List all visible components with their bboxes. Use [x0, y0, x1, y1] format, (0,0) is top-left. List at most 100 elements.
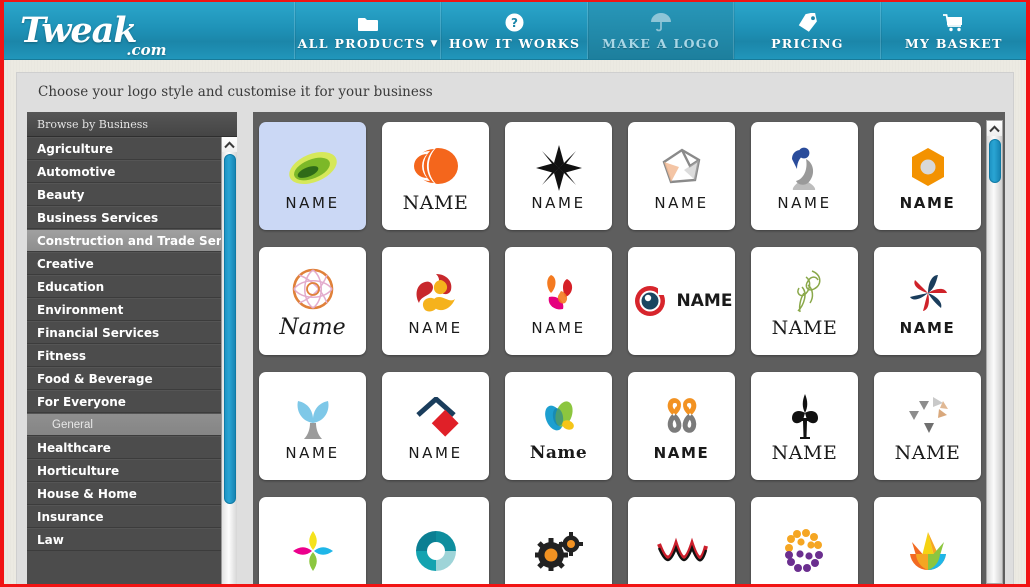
nav-item-label: MY BASKET [904, 36, 1003, 51]
logo-tile-name: NAME [653, 443, 710, 462]
logo-tile[interactable]: Name [259, 247, 366, 355]
nav-item-my-basket[interactable]: MY BASKET [880, 2, 1026, 59]
logo-tile-name: NAME [408, 318, 463, 337]
logo-tile-name: NAME [531, 193, 586, 212]
logo-tile-name: NAME [402, 191, 469, 214]
logo-tile[interactable] [505, 497, 612, 584]
logo-chooser-panel: Choose your logo style and customise it … [16, 72, 1014, 584]
sidebar-item-house-home[interactable]: House & Home [27, 482, 237, 505]
logo-tile-name: NAME [777, 193, 832, 212]
grid-scrollbar[interactable] [986, 120, 1003, 584]
sidebar-scroll-thumb[interactable] [224, 154, 236, 504]
logo-grid-container: NAME NAME NAME NAME NAME NAME Name NAME NAME NAME… [253, 112, 1005, 584]
logo-tile-name: NAME [899, 193, 956, 212]
butterfly-icon [537, 391, 581, 443]
logo-tile[interactable]: Name [505, 372, 612, 480]
logo-tile[interactable] [382, 497, 489, 584]
nav-items-container: ALL PRODUCTS ▼? HOW IT WORKS MAKE A LOGO PRI… [295, 2, 1026, 59]
triangle-cluster-icon [905, 390, 951, 442]
nav-item-how-it-works[interactable]: ? HOW IT WORKS [441, 2, 588, 59]
logo-tile[interactable]: NAME [874, 247, 981, 355]
logo-tile-name: NAME [285, 193, 340, 212]
logo-tile-name: Name [279, 315, 346, 340]
page-body: Choose your logo style and customise it … [4, 60, 1026, 584]
category-sidebar: Browse by Business Agriculture Automotive… [27, 112, 237, 584]
logo-tile-name: NAME [676, 290, 733, 311]
nav-item-make-a-logo[interactable]: MAKE A LOGO [587, 2, 735, 59]
logo-tile[interactable]: NAME [874, 372, 981, 480]
logo-tile[interactable]: NAME [751, 372, 858, 480]
blue-sprout-icon [290, 392, 336, 444]
sidebar-header: Browse by Business [27, 112, 237, 137]
category-list[interactable]: Agriculture Automotive Beauty Business Serv… [27, 137, 237, 584]
logo-tile[interactable]: NAME [751, 247, 858, 355]
logo-brand-text: Tweak [20, 10, 138, 51]
pink-petals-icon [535, 267, 583, 319]
sidebar-item-food-beverage[interactable]: Food & Beverage [27, 367, 237, 390]
logo-tile[interactable]: NAME [874, 122, 981, 230]
logo-tile[interactable]: NAME [628, 122, 735, 230]
umbrella-icon [650, 12, 672, 32]
sidebar-item-for-everyone[interactable]: For Everyone [27, 390, 237, 413]
logo-tile[interactable]: NAME [382, 247, 489, 355]
grid-scroll-thumb[interactable] [989, 139, 1001, 183]
logo-tile-name: NAME [899, 318, 956, 337]
red-ribbon-w-icon [656, 525, 708, 577]
blue-figure-icon [784, 142, 826, 194]
shopping-cart-icon [942, 12, 965, 32]
logo-tile[interactable]: NAME [382, 372, 489, 480]
application-window: Tweak .com ALL PRODUCTS ▼? HOW IT WORKS MAK… [0, 0, 1030, 587]
sidebar-scrollbar[interactable] [221, 137, 237, 584]
chevron-up-icon [224, 140, 235, 148]
red-yellow-swirl-icon [413, 267, 459, 319]
sidebar-item-beauty[interactable]: Beauty [27, 183, 237, 206]
gears-icon [534, 525, 583, 577]
nav-item-label-row: ALL PRODUCTS ▼ [298, 36, 439, 51]
sidebar-item-construction-and-trade-services[interactable]: Construction and Trade Services [27, 229, 237, 252]
logo-tile-name: NAME [771, 441, 838, 464]
sidebar-item-agriculture[interactable]: Agriculture [27, 137, 237, 160]
sidebar-item-law[interactable]: Law [27, 528, 237, 551]
rainbow-lotus-icon [904, 525, 952, 577]
logo-tile[interactable] [628, 497, 735, 584]
sidebar-item-automotive[interactable]: Automotive [27, 160, 237, 183]
sidebar-item-healthcare[interactable]: Healthcare [27, 436, 237, 459]
sidebar-item-horticulture[interactable]: Horticulture [27, 459, 237, 482]
teal-ring-icon [414, 525, 458, 577]
logo-tile[interactable]: NAME [628, 372, 735, 480]
logo-tile[interactable]: NAME [505, 247, 612, 355]
site-logo[interactable]: Tweak .com [4, 2, 295, 59]
top-navigation-bar: Tweak .com ALL PRODUCTS ▼? HOW IT WORKS MAK… [4, 2, 1026, 60]
svg-text:?: ? [511, 16, 518, 30]
logo-tile[interactable] [259, 497, 366, 584]
sidebar-item-fitness[interactable]: Fitness [27, 344, 237, 367]
sidebar-item-insurance[interactable]: Insurance [27, 505, 237, 528]
workspace: Browse by Business Agriculture Automotive… [17, 112, 1013, 584]
tag-icon [797, 12, 818, 32]
sidebar-item-general[interactable]: General [27, 413, 237, 436]
green-outline-leaf-icon [782, 265, 828, 317]
outline-star-icon [657, 142, 707, 194]
woven-circle-icon [290, 263, 336, 315]
sidebar-item-creative[interactable]: Creative [27, 252, 237, 275]
logo-tile[interactable]: NAME [259, 372, 366, 480]
nav-item-label: PRICING [771, 36, 844, 51]
logo-tile[interactable]: NAME [259, 122, 366, 230]
sidebar-item-education[interactable]: Education [27, 275, 237, 298]
logo-tile[interactable]: NAME [505, 122, 612, 230]
logo-suffix-text: .com [126, 41, 167, 59]
folder-icon [357, 12, 379, 32]
logo-tile[interactable]: NAME [751, 122, 858, 230]
orange-swoosh-icon [411, 140, 461, 192]
logo-tile[interactable]: NAME [628, 247, 735, 355]
grid-scroll-up-button[interactable] [987, 121, 1002, 136]
sidebar-scroll-up-button[interactable] [222, 137, 237, 152]
sidebar-item-environment[interactable]: Environment [27, 298, 237, 321]
logo-tile[interactable] [751, 497, 858, 584]
nav-item-all-products[interactable]: ALL PRODUCTS ▼ [295, 2, 442, 59]
sidebar-item-financial-services[interactable]: Financial Services [27, 321, 237, 344]
logo-tile[interactable] [874, 497, 981, 584]
logo-tile[interactable]: NAME [382, 122, 489, 230]
sidebar-item-business-services[interactable]: Business Services [27, 206, 237, 229]
nav-item-pricing[interactable]: PRICING [734, 2, 881, 59]
